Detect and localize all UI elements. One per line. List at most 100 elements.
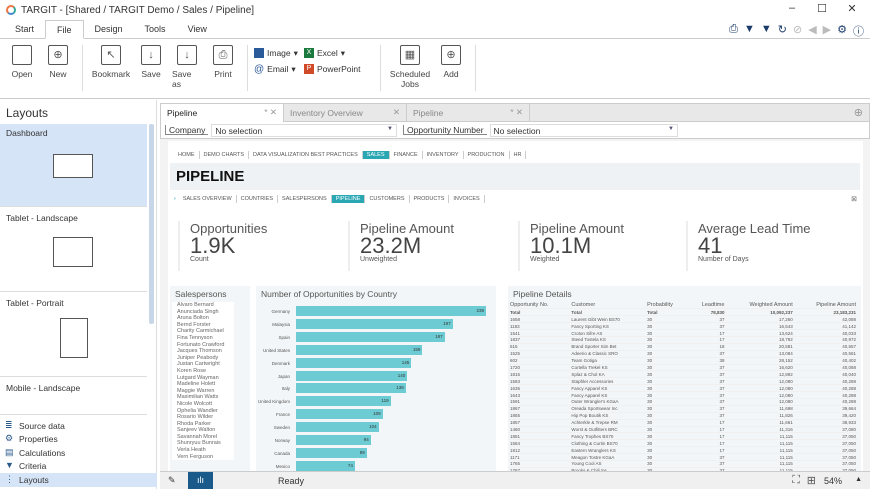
- layout-dashboard[interactable]: Dashboard: [0, 124, 147, 207]
- table-row[interactable]: 1525 Adeerio & Classic SRO 30 37 13,084 40,56…: [508, 350, 858, 358]
- subnav-link-countries[interactable]: COUNTRIES: [237, 195, 279, 203]
- zoom-level[interactable]: 54%: [824, 476, 842, 486]
- tab-design[interactable]: Design: [84, 20, 134, 38]
- tab-file[interactable]: File: [45, 20, 84, 39]
- salesperson-item[interactable]: Shunryuu Bunrais: [172, 440, 234, 448]
- column-header[interactable]: Pipeline Amount: [794, 302, 858, 310]
- salesperson-item[interactable]: Fortunato Crawford: [172, 341, 234, 349]
- bar[interactable]: 145: [296, 357, 412, 368]
- forward-icon[interactable]: ▶: [823, 23, 831, 39]
- table-row[interactable]: 1643 Fancy Apparel KS 30 37 12,080 40,288: [508, 391, 858, 399]
- refresh-icon[interactable]: ↻: [778, 23, 787, 39]
- fit-screen-icon[interactable]: ⛶: [792, 474, 800, 487]
- nav-link-data-visualization-best-practices[interactable]: DATA VISUALIZATION BEST PRACTICES: [249, 151, 363, 159]
- salesperson-item[interactable]: Fina Tennyson: [172, 334, 234, 342]
- table-row[interactable]: 1855 Hip Pop Boutik KS 30 37 11,826 39,420: [508, 412, 858, 420]
- add-tab-icon[interactable]: ⊕: [854, 106, 863, 119]
- tab-start[interactable]: Start: [4, 20, 45, 38]
- close-tab-icon[interactable]: ✕: [516, 107, 523, 117]
- salesperson-item[interactable]: Rosario Wilder: [172, 414, 234, 421]
- doc-tab-pipeline[interactable]: Pipeline * ✕: [161, 104, 284, 122]
- salesperson-item[interactable]: Rhoda Parker: [172, 420, 234, 428]
- table-row[interactable]: 1765 Young Cool AS 30 37 11,115 37,050: [508, 460, 858, 468]
- subnav-link-customers[interactable]: CUSTOMERS: [365, 195, 410, 203]
- table-row[interactable]: 1584 Clothing & Curtin BS70 30 17 11,115 37,0…: [508, 439, 858, 448]
- table-row[interactable]: 1837 Steed Tostela KS 30 17 18,792 40,972: [508, 336, 858, 344]
- salesperson-item[interactable]: Maggie Warren: [172, 387, 234, 395]
- open-button[interactable]: Open: [7, 45, 37, 98]
- nav-properties[interactable]: ⚙ Properties: [0, 432, 157, 446]
- zoom-up-icon[interactable]: ▲: [855, 476, 862, 483]
- table-row[interactable]: 1867 Oreada Sportswear Inc 30 37 11,698 39,66…: [508, 405, 858, 413]
- column-header[interactable]: Probability: [645, 302, 688, 310]
- bar[interactable]: 119: [296, 396, 391, 407]
- column-header[interactable]: Leadtime: [688, 302, 727, 310]
- salesperson-item[interactable]: Koren Rose: [172, 367, 234, 375]
- salesperson-item[interactable]: Charity Carmichael: [172, 328, 234, 335]
- nav-link-production[interactable]: PRODUCTION: [464, 151, 510, 159]
- salesperson-item[interactable]: Bernd Forster: [172, 321, 234, 329]
- table-row[interactable]: 1812 Eastern Wranglers KS 30 17 11,115 37,050: [508, 446, 858, 455]
- nav-link-sales[interactable]: SALES: [362, 151, 390, 159]
- table-row[interactable]: 1851 Fancy Trophes BS70 30 17 11,115 37,050: [508, 432, 858, 441]
- nav-calculations[interactable]: ▤ Calculations: [0, 446, 157, 460]
- company-filter[interactable]: Company No selection: [165, 123, 397, 137]
- help-icon[interactable]: ⓘ: [853, 23, 864, 39]
- print-icon[interactable]: ⎙: [729, 23, 738, 39]
- salesperson-item[interactable]: Vern Ferguson: [172, 453, 234, 461]
- close-button[interactable]: ✕: [840, 2, 864, 15]
- table-row[interactable]: 1460 Worst & Outfitters BRC 30 17 11,316 37,0…: [508, 426, 858, 434]
- new-button[interactable]: ⊕ New: [43, 45, 73, 98]
- subnav-link-pipeline[interactable]: PIPELINE: [331, 195, 366, 203]
- filter-value[interactable]: No selection: [489, 123, 678, 137]
- bar[interactable]: 109: [296, 409, 383, 420]
- bar[interactable]: 94: [296, 435, 371, 445]
- nav-criteria[interactable]: ▼ Criteria: [0, 459, 157, 473]
- salesperson-item[interactable]: Juniper Peabody: [172, 354, 234, 362]
- doc-tab-inventory-overview[interactable]: Inventory Overview ✕: [284, 104, 407, 122]
- table-row[interactable]: 602 Team Gotiga 30 38 28,152 40,402: [508, 357, 858, 365]
- salesperson-item[interactable]: Jacques Thomson: [172, 348, 234, 355]
- add-job-button[interactable]: ⊕ Add: [436, 45, 466, 98]
- table-row[interactable]: 1857 Achterkle & Trepse RM 30 17 11,661 38,93…: [508, 419, 858, 427]
- scrollbar[interactable]: [149, 124, 154, 324]
- scheduled-jobs-button[interactable]: ▦ Scheduled Jobs: [390, 45, 430, 98]
- maximize-button[interactable]: ☐: [810, 2, 834, 15]
- nav-link-demo-charts[interactable]: DEMO CHARTS: [200, 151, 250, 159]
- salesperson-item[interactable]: Anunciada Singh: [172, 308, 234, 316]
- fit-width-icon[interactable]: ⊞: [807, 474, 816, 487]
- image-button[interactable]: Image ▾: [254, 45, 304, 61]
- opportunity-number-filter[interactable]: Opportunity Number No selection: [403, 123, 678, 137]
- bookmark-button[interactable]: ↖ Bookmark: [92, 45, 130, 98]
- nav-link-inventory[interactable]: INVENTORY: [423, 151, 464, 159]
- layout-tablet-landscape[interactable]: Tablet - Landscape: [0, 209, 147, 292]
- edit-icon[interactable]: ✎: [168, 475, 176, 486]
- close-tab-icon[interactable]: ✕: [270, 107, 277, 117]
- table-row[interactable]: 1815 Splaz & Chol KA 30 37 12,892 40,040: [508, 370, 858, 379]
- minimize-button[interactable]: –: [780, 2, 804, 14]
- print-button[interactable]: ⎙ Print: [208, 45, 238, 98]
- gear-icon[interactable]: ⚙: [837, 23, 847, 39]
- table-row[interactable]: 1583 Staphler Accessories 30 37 12,080 40,288: [508, 377, 858, 386]
- bar[interactable]: 104: [296, 422, 379, 433]
- bar[interactable]: 138: [296, 383, 406, 394]
- bar[interactable]: 239: [296, 306, 486, 316]
- nav-source-data[interactable]: ≣ Source data: [0, 419, 157, 433]
- subnav-link-sales-overview[interactable]: SALES OVERVIEW: [179, 195, 237, 203]
- tab-tools[interactable]: Tools: [134, 20, 177, 38]
- salesperson-item[interactable]: Lutgard Wayman: [172, 374, 234, 382]
- save-as-button[interactable]: ↓ Save as: [172, 45, 202, 98]
- column-header[interactable]: Opportunity No.: [508, 302, 570, 310]
- filter-list-icon[interactable]: ▼: [761, 23, 772, 39]
- table-row[interactable]: 1635 Fancy Apparel KS 30 37 12,080 40,288: [508, 384, 858, 393]
- tab-view[interactable]: View: [177, 20, 218, 38]
- save-button[interactable]: ↓ Save: [136, 45, 166, 98]
- excel-button[interactable]: X Excel ▾: [304, 45, 374, 61]
- bar[interactable]: 89: [296, 447, 367, 458]
- nav-layouts[interactable]: ⋮ Layouts: [0, 473, 157, 487]
- doc-tab-pipeline-2[interactable]: Pipeline * ✕: [407, 104, 530, 122]
- table-row[interactable]: 1171 Meagon Tostre KGaA 30 37 11,115 37,050: [508, 453, 858, 461]
- salesperson-item[interactable]: Ophelia Wandler: [172, 407, 234, 415]
- clear-filter-icon[interactable]: ⊠: [851, 195, 857, 203]
- salesperson-item[interactable]: Alvaro Bernard: [172, 302, 234, 309]
